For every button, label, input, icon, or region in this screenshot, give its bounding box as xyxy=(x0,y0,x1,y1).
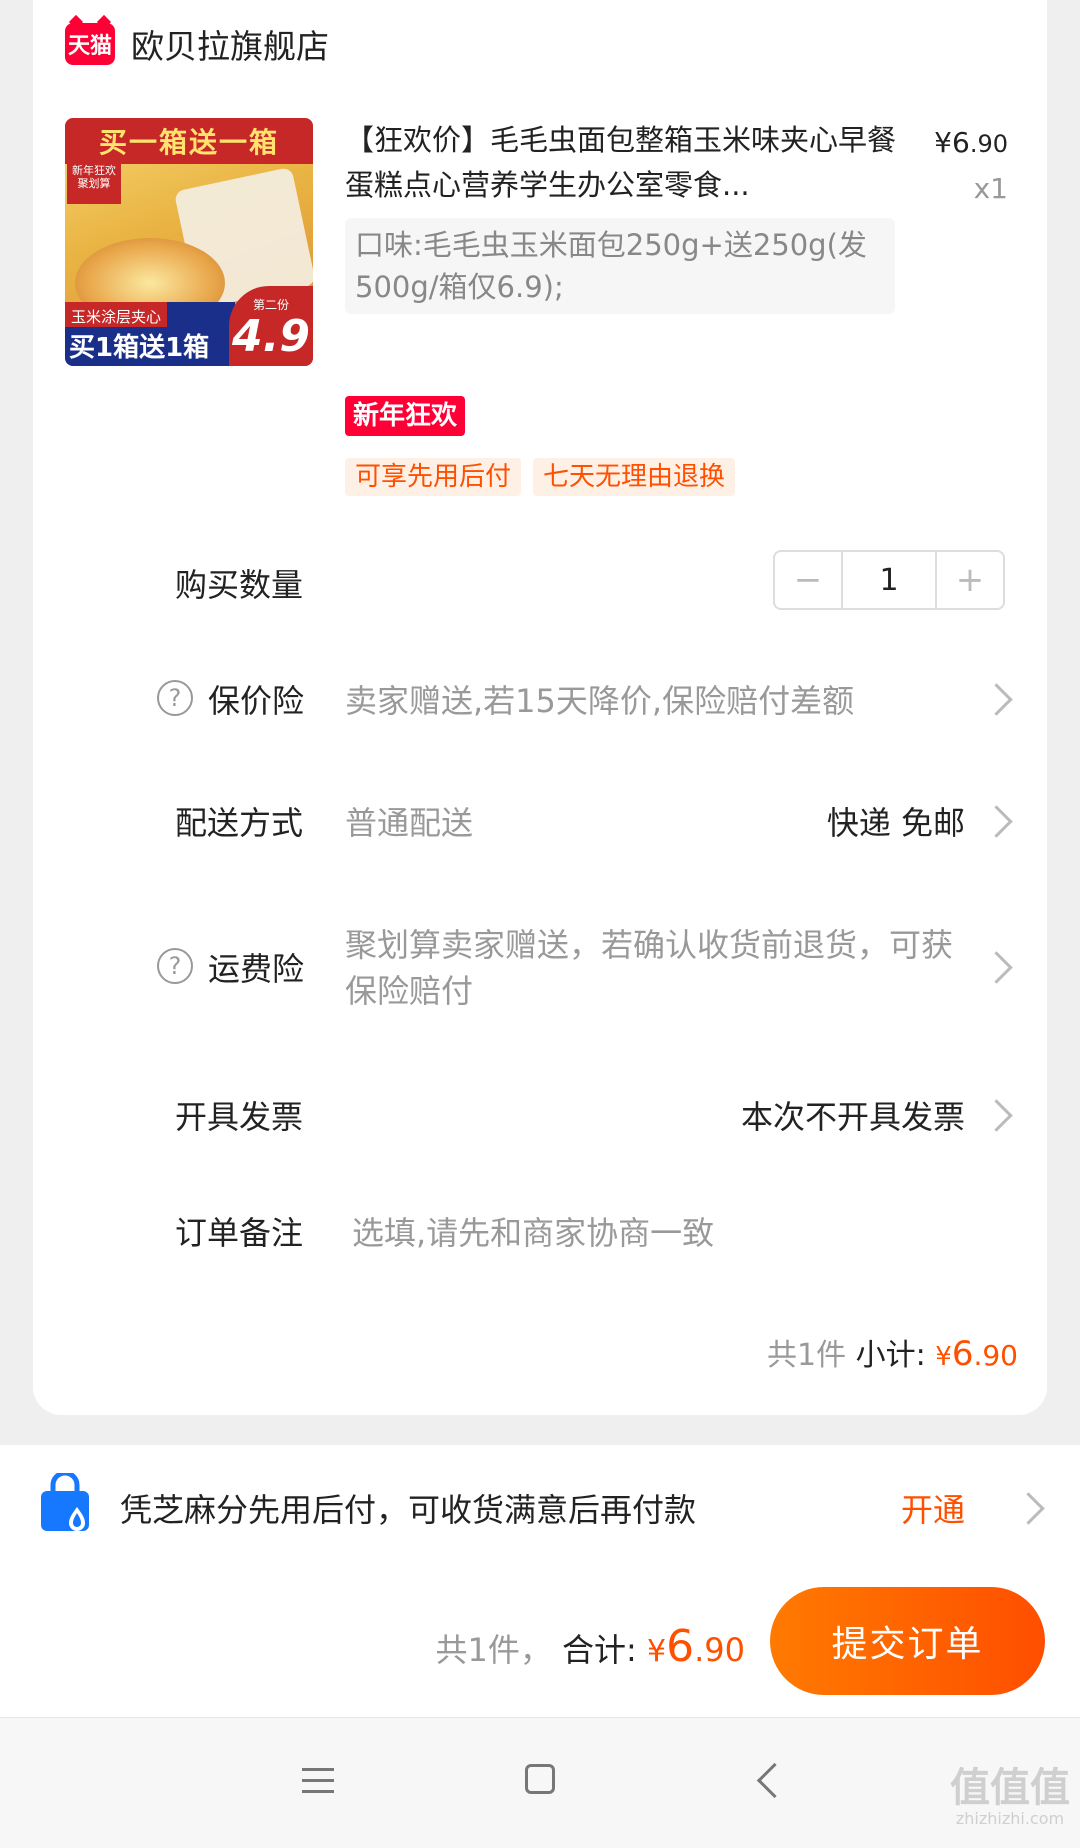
chevron-right-icon xyxy=(980,805,1013,838)
tmall-logo: 天猫 xyxy=(65,23,115,65)
chevron-right-icon xyxy=(980,951,1013,984)
quantity-stepper[interactable]: − 1 + xyxy=(773,550,1005,610)
invoice-label: 开具发票 xyxy=(175,1098,304,1136)
submit-order-button[interactable]: 提交订单 xyxy=(770,1587,1045,1695)
menu-icon[interactable] xyxy=(302,1768,334,1794)
checkout-bar: 共1件， 合计: ¥6.90 提交订单 xyxy=(0,1565,1080,1717)
watermark-sub: zhizhizhi.com xyxy=(955,1809,1065,1828)
product-title[interactable]: 【狂欢价】毛毛虫面包整箱玉米味夹心早餐蛋糕点心营养学生办公室零食... xyxy=(345,118,900,208)
total-price-symbol: ¥ xyxy=(647,1634,667,1669)
store-header[interactable]: 天猫 欧贝拉旗舰店 xyxy=(65,20,329,68)
delivery-label: 配送方式 xyxy=(175,804,304,842)
shipping-insurance-value: 聚划算卖家赠送，若确认收货前退货，可获保险赔付 xyxy=(345,926,954,1010)
service-tag-return: 七天无理由退换 xyxy=(533,458,736,496)
product-image-price-badge: 第二份 4.9 xyxy=(229,286,313,366)
subtotal-price-cents: .90 xyxy=(973,1339,1018,1372)
chevron-right-icon xyxy=(980,1099,1013,1132)
help-icon[interactable]: ? xyxy=(157,948,193,984)
total-price-int: 6 xyxy=(666,1621,695,1672)
total-price-cents: .90 xyxy=(694,1631,745,1669)
price-protect-label: 保价险 xyxy=(208,682,305,720)
product-image-bottom-line2: 买1箱送1箱 xyxy=(69,333,210,363)
credit-activate-link[interactable]: 开通 xyxy=(901,1485,965,1531)
product-quantity: x1 xyxy=(973,172,1008,205)
product-spec[interactable]: 口味:毛毛虫玉米面包250g+送250g(发500g/箱仅6.9); xyxy=(345,218,895,314)
delivery-row[interactable]: 配送方式 普通配送 快递 免邮 xyxy=(0,798,1080,846)
total-summary: 共1件， 合计: ¥6.90 xyxy=(436,1621,746,1672)
product-image-corner-badge: 新年狂欢 聚划算 xyxy=(67,164,121,204)
quantity-label: 购买数量 xyxy=(175,566,304,604)
subtotal-count: 共1件 xyxy=(766,1338,847,1373)
shipping-insurance-label: 运费险 xyxy=(208,950,305,988)
note-label: 订单备注 xyxy=(175,1214,304,1252)
product-price-int: 6 xyxy=(952,126,970,159)
product-price-symbol: ¥ xyxy=(934,126,952,159)
product-image-price-value: 4.9 xyxy=(232,311,310,362)
system-nav-bar: 值值值 zhizhizhi.com xyxy=(0,1717,1080,1848)
subtotal-price-int: 6 xyxy=(951,1334,974,1374)
note-input[interactable]: 选填,请先和商家协商一致 xyxy=(352,1208,714,1254)
service-tag-pay-later: 可享先用后付 xyxy=(345,458,522,496)
product-price: ¥6.90 xyxy=(934,126,1008,159)
total-count: 共1件， xyxy=(435,1631,552,1669)
chevron-right-icon xyxy=(1012,1492,1045,1525)
note-row: 订单备注 选填,请先和商家协商一致 xyxy=(0,1208,1080,1256)
quantity-plus-button[interactable]: + xyxy=(937,552,1003,608)
price-protect-row[interactable]: ? 保价险 卖家赠送,若15天降价,保险赔付差额 xyxy=(0,676,1080,724)
product-image-banner: 买一箱送一箱 xyxy=(65,118,313,164)
home-icon[interactable] xyxy=(525,1764,555,1794)
shipping-insurance-row[interactable]: ? 运费险 聚划算卖家赠送，若确认收货前退货，可获保险赔付 xyxy=(0,922,1080,1012)
product-image-bottom-line1: 玉米涂层夹心 xyxy=(65,302,168,327)
chevron-right-icon xyxy=(980,683,1013,716)
subtotal-price-symbol: ¥ xyxy=(935,1342,952,1372)
invoice-row[interactable]: 开具发票 本次不开具发票 xyxy=(0,1092,1080,1140)
promo-tag: 新年狂欢 xyxy=(345,396,466,436)
back-icon[interactable] xyxy=(756,1762,793,1799)
delivery-option: 快递 免邮 xyxy=(826,804,965,842)
subtotal: 共1件 小计: ¥6.90 xyxy=(767,1330,1018,1374)
help-icon[interactable]: ? xyxy=(157,680,193,716)
quantity-minus-button[interactable]: − xyxy=(775,552,841,608)
credit-pay-later-bar[interactable]: 凭芝麻分先用后付，可收货满意后再付款 开通 xyxy=(0,1445,1080,1565)
product-image[interactable]: 买一箱送一箱 新年狂欢 聚划算 玉米涂层夹心 买1箱送1箱 第二份 4.9 xyxy=(65,118,313,366)
product-price-cents: .90 xyxy=(969,130,1008,158)
total-label: 合计: xyxy=(562,1631,637,1669)
subtotal-price: ¥6.90 xyxy=(935,1334,1018,1374)
invoice-value: 本次不开具发票 xyxy=(740,1098,965,1136)
shopping-bag-icon xyxy=(41,1473,89,1531)
watermark-main: 值值值 xyxy=(950,1765,1070,1811)
price-protect-value: 卖家赠送,若15天降价,保险赔付差额 xyxy=(345,682,855,720)
watermark: 值值值 zhizhizhi.com xyxy=(950,1766,1070,1828)
store-name: 欧贝拉旗舰店 xyxy=(131,27,329,66)
subtotal-label: 小计: xyxy=(855,1338,926,1373)
total-price: ¥6.90 xyxy=(647,1621,745,1672)
credit-text: 凭芝麻分先用后付，可收货满意后再付款 xyxy=(120,1491,697,1529)
delivery-value: 普通配送 xyxy=(345,804,474,842)
service-tags: 可享先用后付 七天无理由退换 xyxy=(345,458,747,496)
product-image-bottom-label: 玉米涂层夹心 买1箱送1箱 xyxy=(65,302,235,366)
quantity-value[interactable]: 1 xyxy=(841,552,937,608)
